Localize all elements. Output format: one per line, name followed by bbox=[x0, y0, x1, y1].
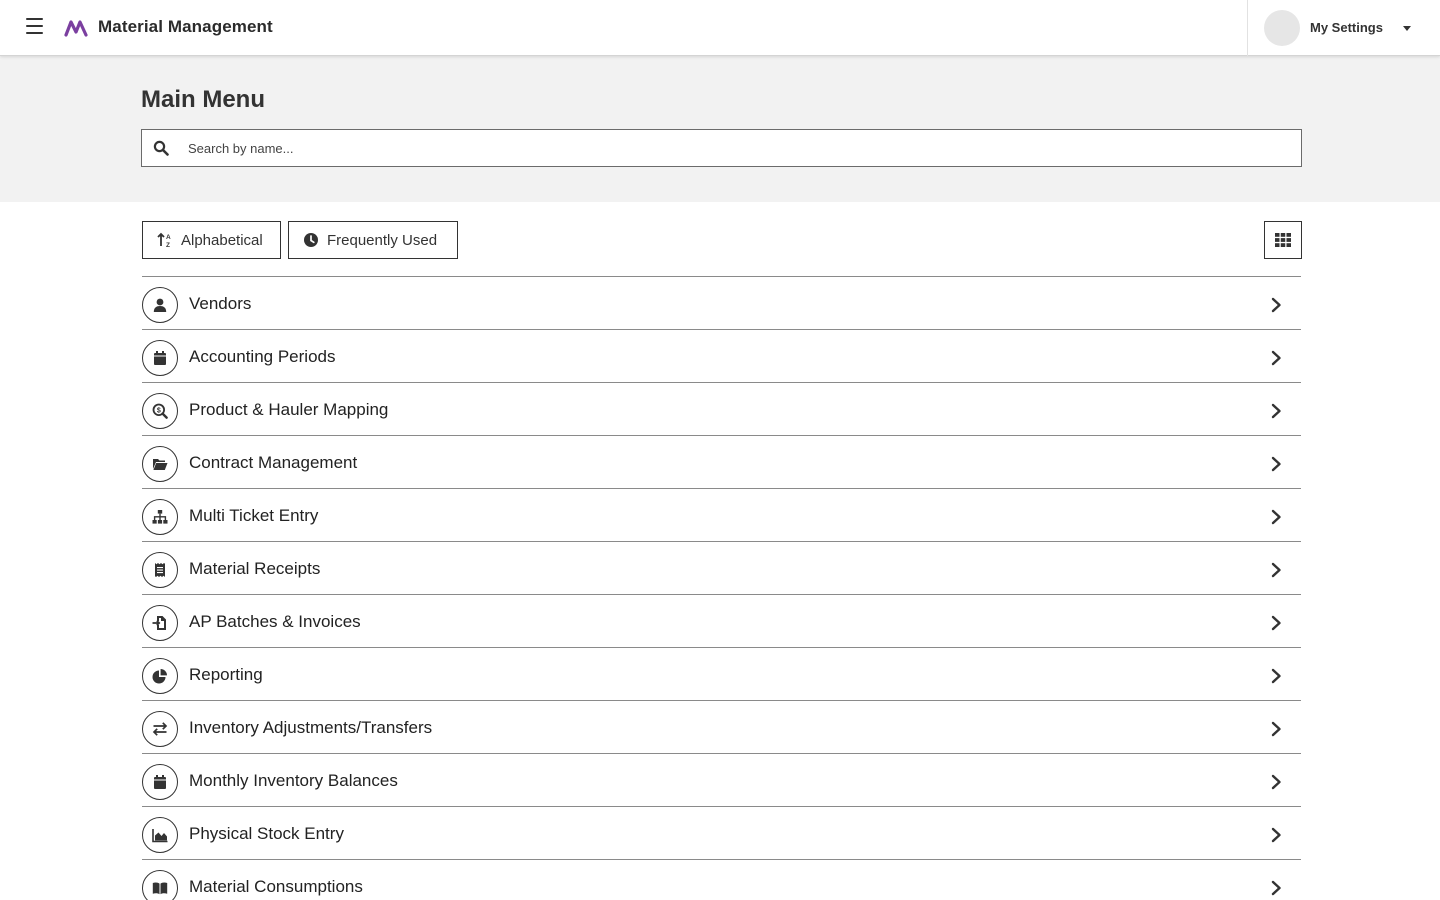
menu-item[interactable]: Inventory Adjustments/Transfers bbox=[142, 701, 1301, 754]
menu-list: Vendors Accounting Periods $ Product & Haul… bbox=[142, 276, 1301, 900]
chart-area-icon bbox=[142, 817, 178, 853]
chevron-right-icon bbox=[1271, 721, 1281, 737]
menu-item[interactable]: Accounting Periods bbox=[142, 330, 1301, 383]
menu-item[interactable]: Monthly Inventory Balances bbox=[142, 754, 1301, 807]
chevron-right-icon bbox=[1271, 615, 1281, 631]
search-box bbox=[141, 129, 1302, 167]
menu-item-label: Material Consumptions bbox=[189, 877, 363, 896]
calendar-icon bbox=[142, 764, 178, 800]
calendar-icon bbox=[142, 340, 178, 376]
menu-item-label: Monthly Inventory Balances bbox=[189, 771, 398, 790]
hamburger-menu-icon[interactable] bbox=[24, 18, 48, 38]
exchange-icon bbox=[142, 711, 178, 747]
menu-item-label: Product & Hauler Mapping bbox=[189, 400, 389, 419]
caret-down-icon[interactable] bbox=[1401, 22, 1413, 34]
menu-item-label: Contract Management bbox=[189, 453, 358, 472]
user-icon bbox=[142, 287, 178, 323]
menu-item-label: Material Receipts bbox=[189, 559, 321, 578]
svg-text:A: A bbox=[166, 234, 171, 241]
search-button[interactable] bbox=[142, 130, 179, 166]
menu-item-label: Accounting Periods bbox=[189, 347, 336, 366]
chevron-right-icon bbox=[1271, 297, 1281, 313]
my-settings-menu[interactable]: My Settings bbox=[1247, 0, 1440, 56]
svg-text:Z: Z bbox=[166, 242, 170, 248]
menu-item-label: AP Batches & Invoices bbox=[189, 612, 361, 631]
grid-view-button[interactable] bbox=[1264, 221, 1302, 259]
menu-item-label: Vendors bbox=[189, 294, 252, 313]
hero-section: Main Menu bbox=[0, 56, 1440, 202]
chevron-right-icon bbox=[1271, 350, 1281, 366]
top-bar: Material Management My Settings bbox=[0, 0, 1440, 56]
chevron-right-icon bbox=[1271, 774, 1281, 790]
menu-item[interactable]: $ Product & Hauler Mapping bbox=[142, 383, 1301, 436]
search-input[interactable] bbox=[180, 130, 1300, 166]
frequently-used-button[interactable]: Frequently Used bbox=[288, 221, 458, 259]
chart-pie-icon bbox=[142, 658, 178, 694]
menu-item[interactable]: Multi Ticket Entry bbox=[142, 489, 1301, 542]
menu-item-label: Multi Ticket Entry bbox=[189, 506, 319, 525]
book-open-icon bbox=[142, 870, 178, 900]
menu-item-label: Physical Stock Entry bbox=[189, 824, 344, 843]
file-import-icon bbox=[142, 605, 178, 641]
search-icon bbox=[153, 140, 169, 156]
folder-open-icon bbox=[142, 446, 178, 482]
sitemap-icon bbox=[142, 499, 178, 535]
clock-icon bbox=[303, 232, 319, 248]
chevron-right-icon bbox=[1271, 562, 1281, 578]
app-logo-icon bbox=[64, 20, 88, 37]
app-title[interactable]: Material Management bbox=[98, 17, 273, 37]
sort-alpha-icon: A Z bbox=[157, 232, 173, 248]
chevron-right-icon bbox=[1271, 880, 1281, 896]
alphabetical-label: Alphabetical bbox=[181, 231, 263, 249]
menu-item[interactable]: Physical Stock Entry bbox=[142, 807, 1301, 860]
chevron-right-icon bbox=[1271, 827, 1281, 843]
my-settings-label[interactable]: My Settings bbox=[1310, 20, 1383, 35]
chevron-right-icon bbox=[1271, 456, 1281, 472]
menu-item[interactable]: AP Batches & Invoices bbox=[142, 595, 1301, 648]
search-dollar-icon: $ bbox=[142, 393, 178, 429]
page-title: Main Menu bbox=[141, 86, 265, 113]
menu-item[interactable]: Reporting bbox=[142, 648, 1301, 701]
menu-item[interactable]: Material Receipts bbox=[142, 542, 1301, 595]
svg-text:$: $ bbox=[157, 407, 161, 414]
menu-item[interactable]: Material Consumptions bbox=[142, 860, 1301, 900]
menu-item-label: Inventory Adjustments/Transfers bbox=[189, 718, 433, 737]
chevron-right-icon bbox=[1271, 403, 1281, 419]
menu-item-label: Reporting bbox=[189, 665, 263, 684]
alphabetical-sort-button[interactable]: A Z Alphabetical bbox=[142, 221, 281, 259]
menu-item[interactable]: Contract Management bbox=[142, 436, 1301, 489]
receipt-icon bbox=[142, 552, 178, 588]
chevron-right-icon bbox=[1271, 509, 1281, 525]
grid-icon bbox=[1275, 233, 1291, 247]
chevron-right-icon bbox=[1271, 668, 1281, 684]
avatar[interactable] bbox=[1264, 10, 1300, 46]
menu-item[interactable]: Vendors bbox=[142, 277, 1301, 330]
frequently-used-label: Frequently Used bbox=[327, 231, 438, 249]
